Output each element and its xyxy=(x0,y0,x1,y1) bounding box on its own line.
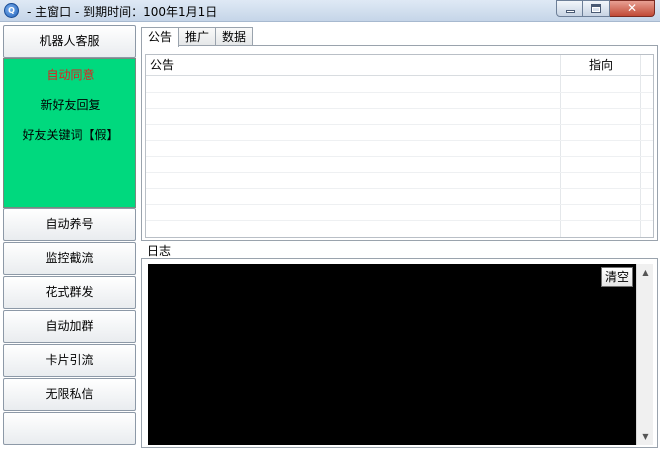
row-gridline xyxy=(146,92,653,93)
announcement-panel: 公告 指向 xyxy=(141,45,658,241)
friend-keyword-item[interactable]: 好友关键词【假】 xyxy=(4,126,137,143)
log-frame: 清空 ▲ ▼ xyxy=(141,258,658,448)
row-gridline xyxy=(146,124,653,125)
maximize-icon xyxy=(591,4,601,13)
column-header-announcement[interactable]: 公告 xyxy=(146,55,174,76)
tab-strip: 公告 推广 数据 xyxy=(141,27,254,47)
close-button[interactable]: ✕ xyxy=(610,0,655,17)
clear-log-button[interactable]: 清空 xyxy=(600,267,633,287)
row-gridline xyxy=(146,188,653,189)
unlimited-dm-button[interactable]: 无限私信 xyxy=(3,378,136,411)
robot-service-button[interactable]: 机器人客服 xyxy=(3,25,136,58)
new-friend-reply-item[interactable]: 新好友回复 xyxy=(4,96,137,113)
maximize-button[interactable] xyxy=(583,0,610,17)
log-scrollbar[interactable]: ▲ ▼ xyxy=(636,264,653,445)
app-icon: Q xyxy=(4,3,19,18)
announcement-list[interactable]: 公告 指向 xyxy=(145,54,654,238)
title-bar[interactable]: Q - 主窗口 - 到期时间：100年1月1日 ✕ xyxy=(0,0,660,22)
tab-data[interactable]: 数据 xyxy=(215,27,254,46)
minimize-button[interactable] xyxy=(556,0,583,17)
column-divider xyxy=(560,55,561,237)
card-traffic-button[interactable]: 卡片引流 xyxy=(3,344,136,377)
window-title: - 主窗口 - 到期时间：100年1月1日 xyxy=(27,5,218,19)
minimize-icon xyxy=(566,10,575,13)
tab-promotion[interactable]: 推广 xyxy=(178,27,217,46)
sidebar: 机器人客服 自动同意 新好友回复 好友关键词【假】 自动养号 监控截流 花式群发… xyxy=(0,22,138,450)
monitor-intercept-button[interactable]: 监控截流 xyxy=(3,242,136,275)
column-divider xyxy=(640,55,641,237)
row-gridline xyxy=(146,172,653,173)
row-gridline xyxy=(146,108,653,109)
auto-nurture-button[interactable]: 自动养号 xyxy=(3,208,136,241)
close-icon: ✕ xyxy=(626,1,638,15)
row-gridline xyxy=(146,220,653,221)
mass-send-button[interactable]: 花式群发 xyxy=(3,276,136,309)
log-output[interactable] xyxy=(148,264,636,445)
scroll-up-icon[interactable]: ▲ xyxy=(637,264,654,281)
column-header-target[interactable]: 指向 xyxy=(585,55,613,76)
auto-accept-item[interactable]: 自动同意 xyxy=(4,66,137,83)
empty-button[interactable] xyxy=(3,412,136,445)
robot-service-panel: 自动同意 新好友回复 好友关键词【假】 xyxy=(3,58,136,208)
row-gridline xyxy=(146,140,653,141)
auto-join-group-button[interactable]: 自动加群 xyxy=(3,310,136,343)
log-label: 日志 xyxy=(147,244,172,258)
scroll-down-icon[interactable]: ▼ xyxy=(637,428,654,445)
row-gridline xyxy=(146,156,653,157)
list-header: 公告 指向 xyxy=(146,55,653,76)
row-gridline xyxy=(146,204,653,205)
tab-announcement[interactable]: 公告 xyxy=(141,27,180,47)
window-controls: ✕ xyxy=(556,0,655,17)
